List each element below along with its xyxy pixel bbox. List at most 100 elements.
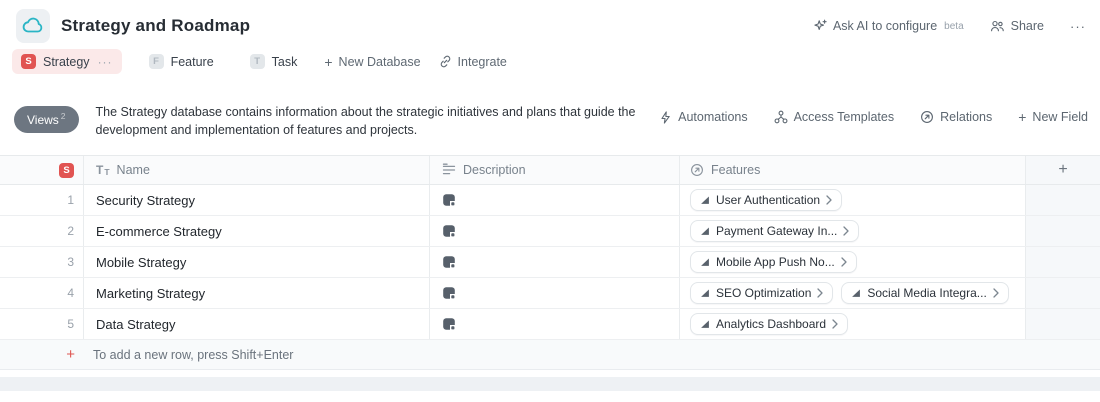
record-triangle-icon	[701, 320, 709, 328]
feature-chip[interactable]: Social Media Integra...	[841, 282, 1009, 304]
grid-corner-cell: S	[0, 156, 84, 184]
automations-button[interactable]: Automations	[659, 110, 748, 124]
header-more-button[interactable]: ···	[1070, 19, 1086, 34]
name-cell[interactable]: Mobile Strategy	[84, 247, 430, 277]
description-doc-icon	[443, 194, 456, 207]
record-triangle-icon	[701, 289, 709, 297]
add-row-plus-icon: +	[66, 346, 75, 363]
tab-feature-label: Feature	[170, 54, 214, 69]
new-database-button[interactable]: + New Database	[324, 55, 420, 69]
name-value: Security Strategy	[96, 192, 195, 208]
table-row[interactable]: 2 E-commerce Strategy Payment Gateway In…	[0, 216, 1100, 247]
chevron-right-icon	[843, 226, 850, 236]
chevron-right-icon	[826, 195, 832, 205]
name-cell[interactable]: Data Strategy	[84, 309, 430, 339]
features-cell: Analytics Dashboard	[680, 309, 1026, 339]
row-number: 2	[67, 224, 74, 238]
description-cell[interactable]	[430, 278, 680, 308]
toolbar-actions: Automations Access Templates Relations +…	[659, 110, 1088, 124]
table-row[interactable]: 3 Mobile Strategy Mobile App Push No...	[0, 247, 1100, 278]
feature-chip[interactable]: Analytics Dashboard	[690, 313, 849, 335]
task-badge: T	[249, 54, 265, 69]
empty-add-cell	[1026, 309, 1100, 339]
empty-add-cell	[1026, 185, 1100, 215]
feature-chip-label: Social Media Integra...	[867, 286, 987, 300]
tab-strategy[interactable]: S Strategy ···	[12, 49, 122, 74]
feature-badge: F	[148, 54, 164, 69]
strategy-badge: S	[21, 54, 36, 69]
relation-arrow-icon	[921, 111, 934, 123]
tab-task[interactable]: T Task	[241, 49, 307, 74]
table-row[interactable]: 4 Marketing Strategy SEO Optimization So…	[0, 278, 1100, 309]
empty-add-cell	[1026, 247, 1100, 277]
tab-feature[interactable]: F Feature	[140, 49, 223, 74]
record-triangle-icon	[852, 289, 861, 297]
row-gutter: 4	[0, 278, 84, 308]
feature-chip-label: Analytics Dashboard	[716, 317, 827, 331]
table-row[interactable]: 5 Data Strategy Analytics Dashboard	[0, 309, 1100, 340]
add-column-button[interactable]: +	[1026, 156, 1100, 184]
record-triangle-icon	[701, 258, 709, 266]
feature-chip[interactable]: Payment Gateway In...	[690, 220, 860, 242]
chevron-right-icon	[832, 319, 838, 329]
row-gutter: 3	[0, 247, 84, 277]
description-cell[interactable]	[430, 185, 680, 215]
features-cell: Payment Gateway In...	[680, 216, 1026, 246]
name-cell[interactable]: E-commerce Strategy	[84, 216, 430, 246]
feature-chip[interactable]: Mobile App Push No...	[690, 251, 857, 273]
row-number: 4	[67, 286, 74, 300]
row-gutter: 1	[0, 185, 84, 215]
app-window: Strategy and Roadmap Ask AI to configure…	[0, 0, 1100, 402]
column-header-features[interactable]: Features	[680, 156, 1026, 184]
description-doc-icon	[443, 318, 456, 331]
table-row[interactable]: 1 Security Strategy User Authentication	[0, 185, 1100, 216]
database-tabs-bar: S Strategy ··· F Feature T Task + New Da…	[12, 49, 507, 74]
row-gutter: 5	[0, 309, 84, 339]
space-icon[interactable]	[16, 9, 50, 43]
description-cell[interactable]	[430, 216, 680, 246]
feature-chip[interactable]: User Authentication	[690, 189, 843, 211]
integrate-label: Integrate	[457, 54, 507, 69]
header-right: Ask AI to configure beta Share ···	[813, 19, 1086, 34]
chevron-right-icon	[841, 257, 847, 267]
add-row[interactable]: + To add a new row, press Shift+Enter	[0, 340, 1100, 370]
description-cell[interactable]	[430, 309, 680, 339]
empty-add-cell	[1026, 216, 1100, 246]
feature-chip-label: User Authentication	[716, 193, 821, 207]
grid-header-row: S TT Name Description Features +	[0, 155, 1100, 185]
automations-label: Automations	[678, 110, 748, 124]
description-cell[interactable]	[430, 247, 680, 277]
name-cell[interactable]: Marketing Strategy	[84, 278, 430, 308]
column-description-label: Description	[463, 163, 526, 177]
new-field-button[interactable]: + New Field	[1018, 110, 1088, 124]
link-icon	[440, 55, 450, 68]
access-templates-label: Access Templates	[793, 110, 895, 124]
chevron-right-icon	[817, 288, 824, 298]
name-value: Data Strategy	[96, 316, 176, 332]
share-button[interactable]: Share	[990, 19, 1044, 33]
views-button[interactable]: Views 2	[14, 106, 79, 133]
column-header-description[interactable]: Description	[430, 156, 680, 184]
name-cell[interactable]: Security Strategy	[84, 185, 430, 215]
feature-chip-label: Payment Gateway In...	[716, 224, 838, 238]
row-number: 5	[67, 317, 74, 331]
people-share-icon	[990, 20, 1004, 32]
feature-chip[interactable]: SEO Optimization	[690, 282, 834, 304]
data-grid: S TT Name Description Features + 1 Secur…	[0, 155, 1100, 370]
new-field-label: New Field	[1032, 110, 1088, 124]
integrate-button[interactable]: Integrate	[439, 55, 507, 69]
beta-badge: beta	[944, 20, 964, 32]
app-header: Strategy and Roadmap Ask AI to configure…	[0, 0, 1100, 46]
access-templates-button[interactable]: Access Templates	[774, 110, 895, 124]
name-value: Mobile Strategy	[96, 254, 187, 270]
description-doc-icon	[443, 225, 456, 238]
nodes-icon	[774, 110, 788, 124]
column-name-label: Name	[116, 163, 150, 177]
feature-chip-label: Mobile App Push No...	[716, 255, 835, 269]
column-header-name[interactable]: TT Name	[84, 156, 430, 184]
tab-strategy-more-button[interactable]: ···	[98, 55, 113, 69]
ask-ai-button[interactable]: Ask AI to configure beta	[813, 19, 964, 33]
views-count: 2	[60, 111, 66, 121]
feature-chip-label: SEO Optimization	[716, 286, 812, 300]
relations-button[interactable]: Relations	[920, 110, 992, 124]
